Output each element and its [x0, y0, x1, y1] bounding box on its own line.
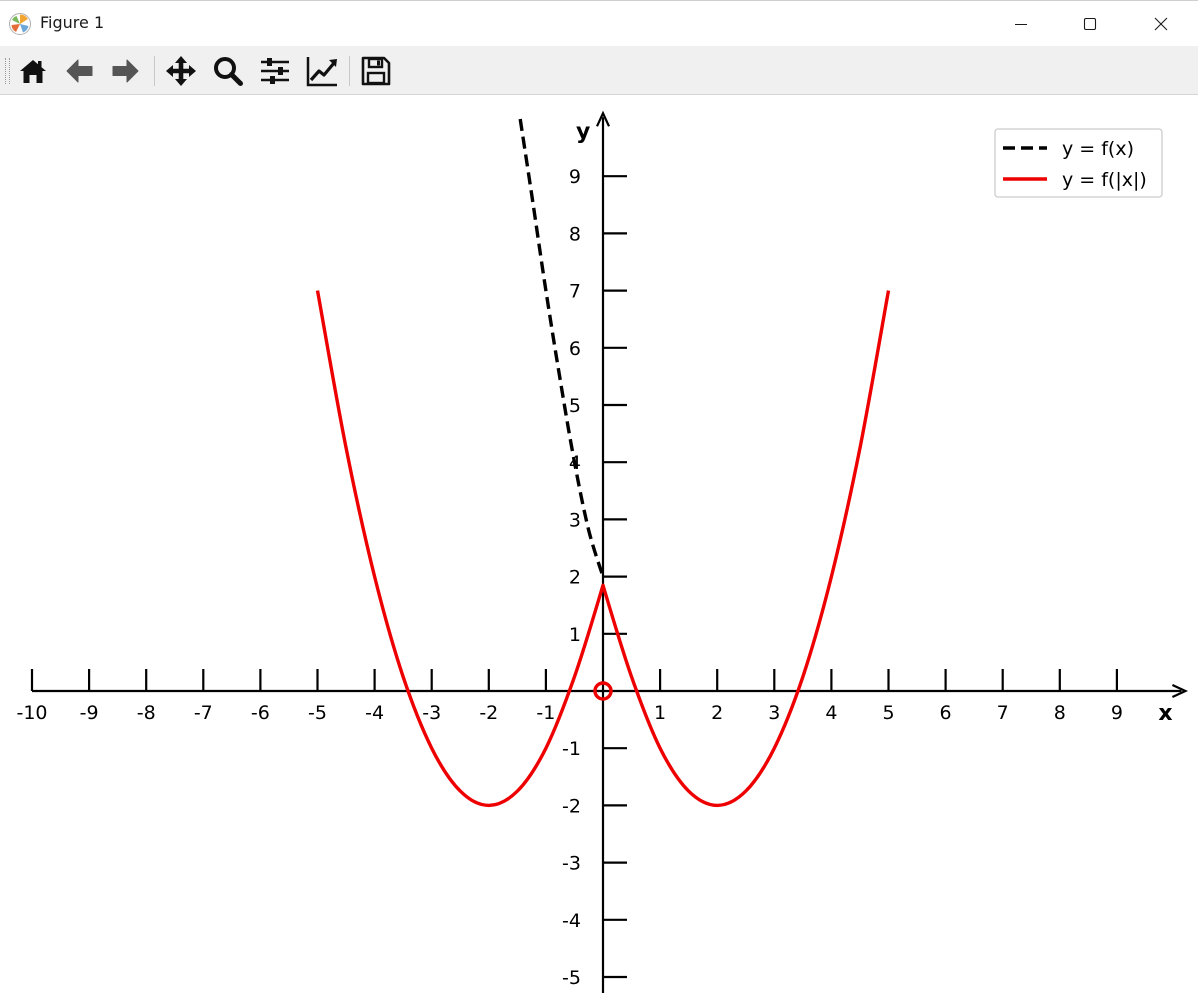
y-axis-label: y: [576, 119, 590, 144]
maximize-icon: [1083, 17, 1097, 31]
pan-button[interactable]: [162, 52, 200, 90]
x-axis-label: x: [1158, 701, 1172, 726]
navigation-toolbar: [0, 46, 1198, 95]
close-button[interactable]: [1138, 1, 1184, 47]
configure-subplots-icon: [261, 58, 289, 84]
x-tick-label: 6: [940, 702, 952, 724]
y-tick-label: -4: [562, 910, 581, 932]
matplotlib-icon: [8, 12, 32, 36]
y-tick-label: -3: [562, 853, 581, 875]
y-tick-label: -5: [562, 967, 581, 989]
x-tick-label: 7: [997, 702, 1009, 724]
home-icon: [20, 60, 46, 83]
configure-subplots-button[interactable]: [256, 52, 294, 90]
minimize-button[interactable]: [998, 1, 1044, 47]
x-tick-label: -7: [194, 702, 213, 724]
x-tick-label: -5: [308, 702, 327, 724]
y-tick-label: 1: [569, 624, 581, 646]
x-tick-label: 4: [825, 702, 837, 724]
figure-window: Figure 1 -10 -9 -8 -7 -6 -5 -4 -3 -2 -1 …: [0, 0, 1198, 997]
close-icon: [1154, 17, 1168, 31]
toolbar-separator: [349, 56, 350, 86]
x-tick-label: 9: [1111, 702, 1123, 724]
y-tick-label: -1: [562, 738, 581, 760]
zoom-icon: [214, 57, 243, 86]
x-tick-label: -2: [479, 702, 498, 724]
back-arrow-icon: [66, 59, 93, 83]
save-icon: [361, 56, 391, 86]
x-tick-label: -4: [365, 702, 384, 724]
x-tick-label: -10: [16, 702, 47, 724]
x-tick-label: -6: [251, 702, 270, 724]
edit-axis-icon: [306, 57, 337, 87]
home-button[interactable]: [14, 52, 52, 90]
y-tick-label: 3: [569, 509, 581, 531]
pan-icon: [166, 56, 196, 86]
x-tick-label: 8: [1054, 702, 1066, 724]
x-tick-label: -3: [422, 702, 441, 724]
x-tick-label: -1: [536, 702, 555, 724]
series-line-f-x: [518, 118, 605, 578]
y-tick-label: 6: [569, 338, 581, 360]
title-bar[interactable]: Figure 1: [0, 0, 1198, 46]
forward-arrow-icon: [112, 59, 139, 83]
x-tick-label: -9: [80, 702, 99, 724]
y-tick-label: 2: [569, 567, 581, 589]
window-title: Figure 1: [40, 13, 105, 32]
legend-label: y = f(x): [1062, 138, 1134, 160]
chart[interactable]: -10 -9 -8 -7 -6 -5 -4 -3 -2 -1 1 2 3 4 5 6 7 8 9 -5 -4 -3 -2 -1…: [0, 95, 1198, 997]
back-button[interactable]: [61, 52, 99, 90]
y-tick-label: 5: [569, 395, 581, 417]
maximize-button[interactable]: [1067, 1, 1113, 47]
x-tick-label: 2: [711, 702, 723, 724]
toolbar-grip: [5, 58, 10, 84]
x-tick-label: 3: [768, 702, 780, 724]
edit-axis-button[interactable]: [303, 52, 341, 90]
y-tick-label: 9: [569, 166, 581, 188]
forward-button[interactable]: [106, 52, 144, 90]
save-button[interactable]: [357, 52, 395, 90]
legend-label: y = f(|x|): [1062, 169, 1147, 191]
y-tick-label: 7: [569, 281, 581, 303]
zoom-button[interactable]: [209, 52, 247, 90]
y-tick-label: -2: [562, 795, 581, 817]
x-tick-label: 5: [882, 702, 894, 724]
toolbar-separator: [154, 56, 155, 86]
x-tick-label: 1: [654, 702, 666, 724]
plot-canvas[interactable]: -10 -9 -8 -7 -6 -5 -4 -3 -2 -1 1 2 3 4 5 6 7 8 9 -5 -4 -3 -2 -1…: [0, 95, 1198, 997]
x-tick-label: -8: [137, 702, 156, 724]
minimize-icon: [1015, 24, 1027, 25]
y-tick-label: 8: [569, 223, 581, 245]
